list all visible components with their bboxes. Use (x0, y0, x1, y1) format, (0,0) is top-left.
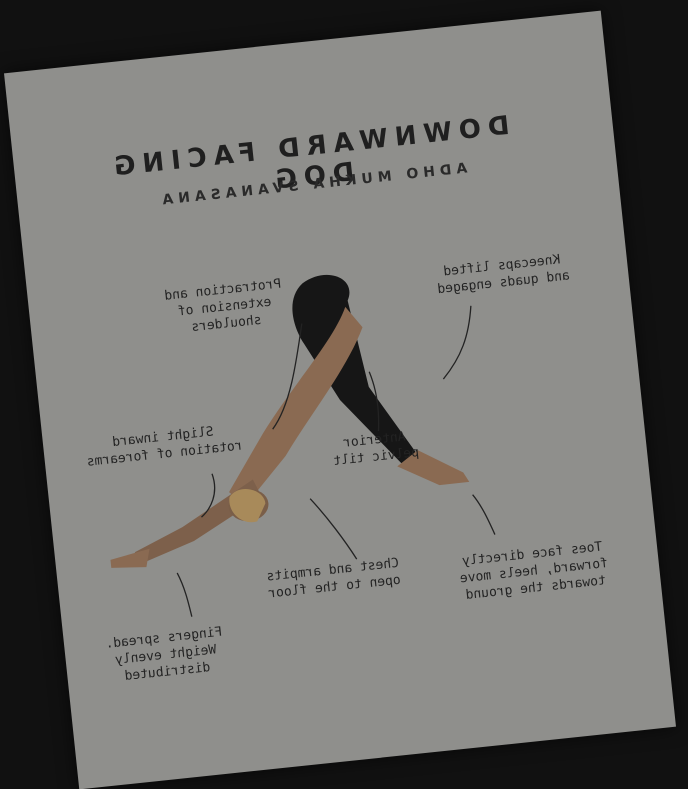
arrow-fingers (176, 572, 193, 617)
arrow-chest (309, 498, 358, 560)
arrow-toes (472, 494, 496, 535)
mirrored-content: DOWNWARD FACING DOG ADHO MUKHA SVANASANA (4, 11, 676, 789)
yoga-poster: DOWNWARD FACING DOG ADHO MUKHA SVANASANA (4, 10, 676, 789)
arrow-knees (442, 305, 472, 380)
hands (110, 548, 150, 568)
